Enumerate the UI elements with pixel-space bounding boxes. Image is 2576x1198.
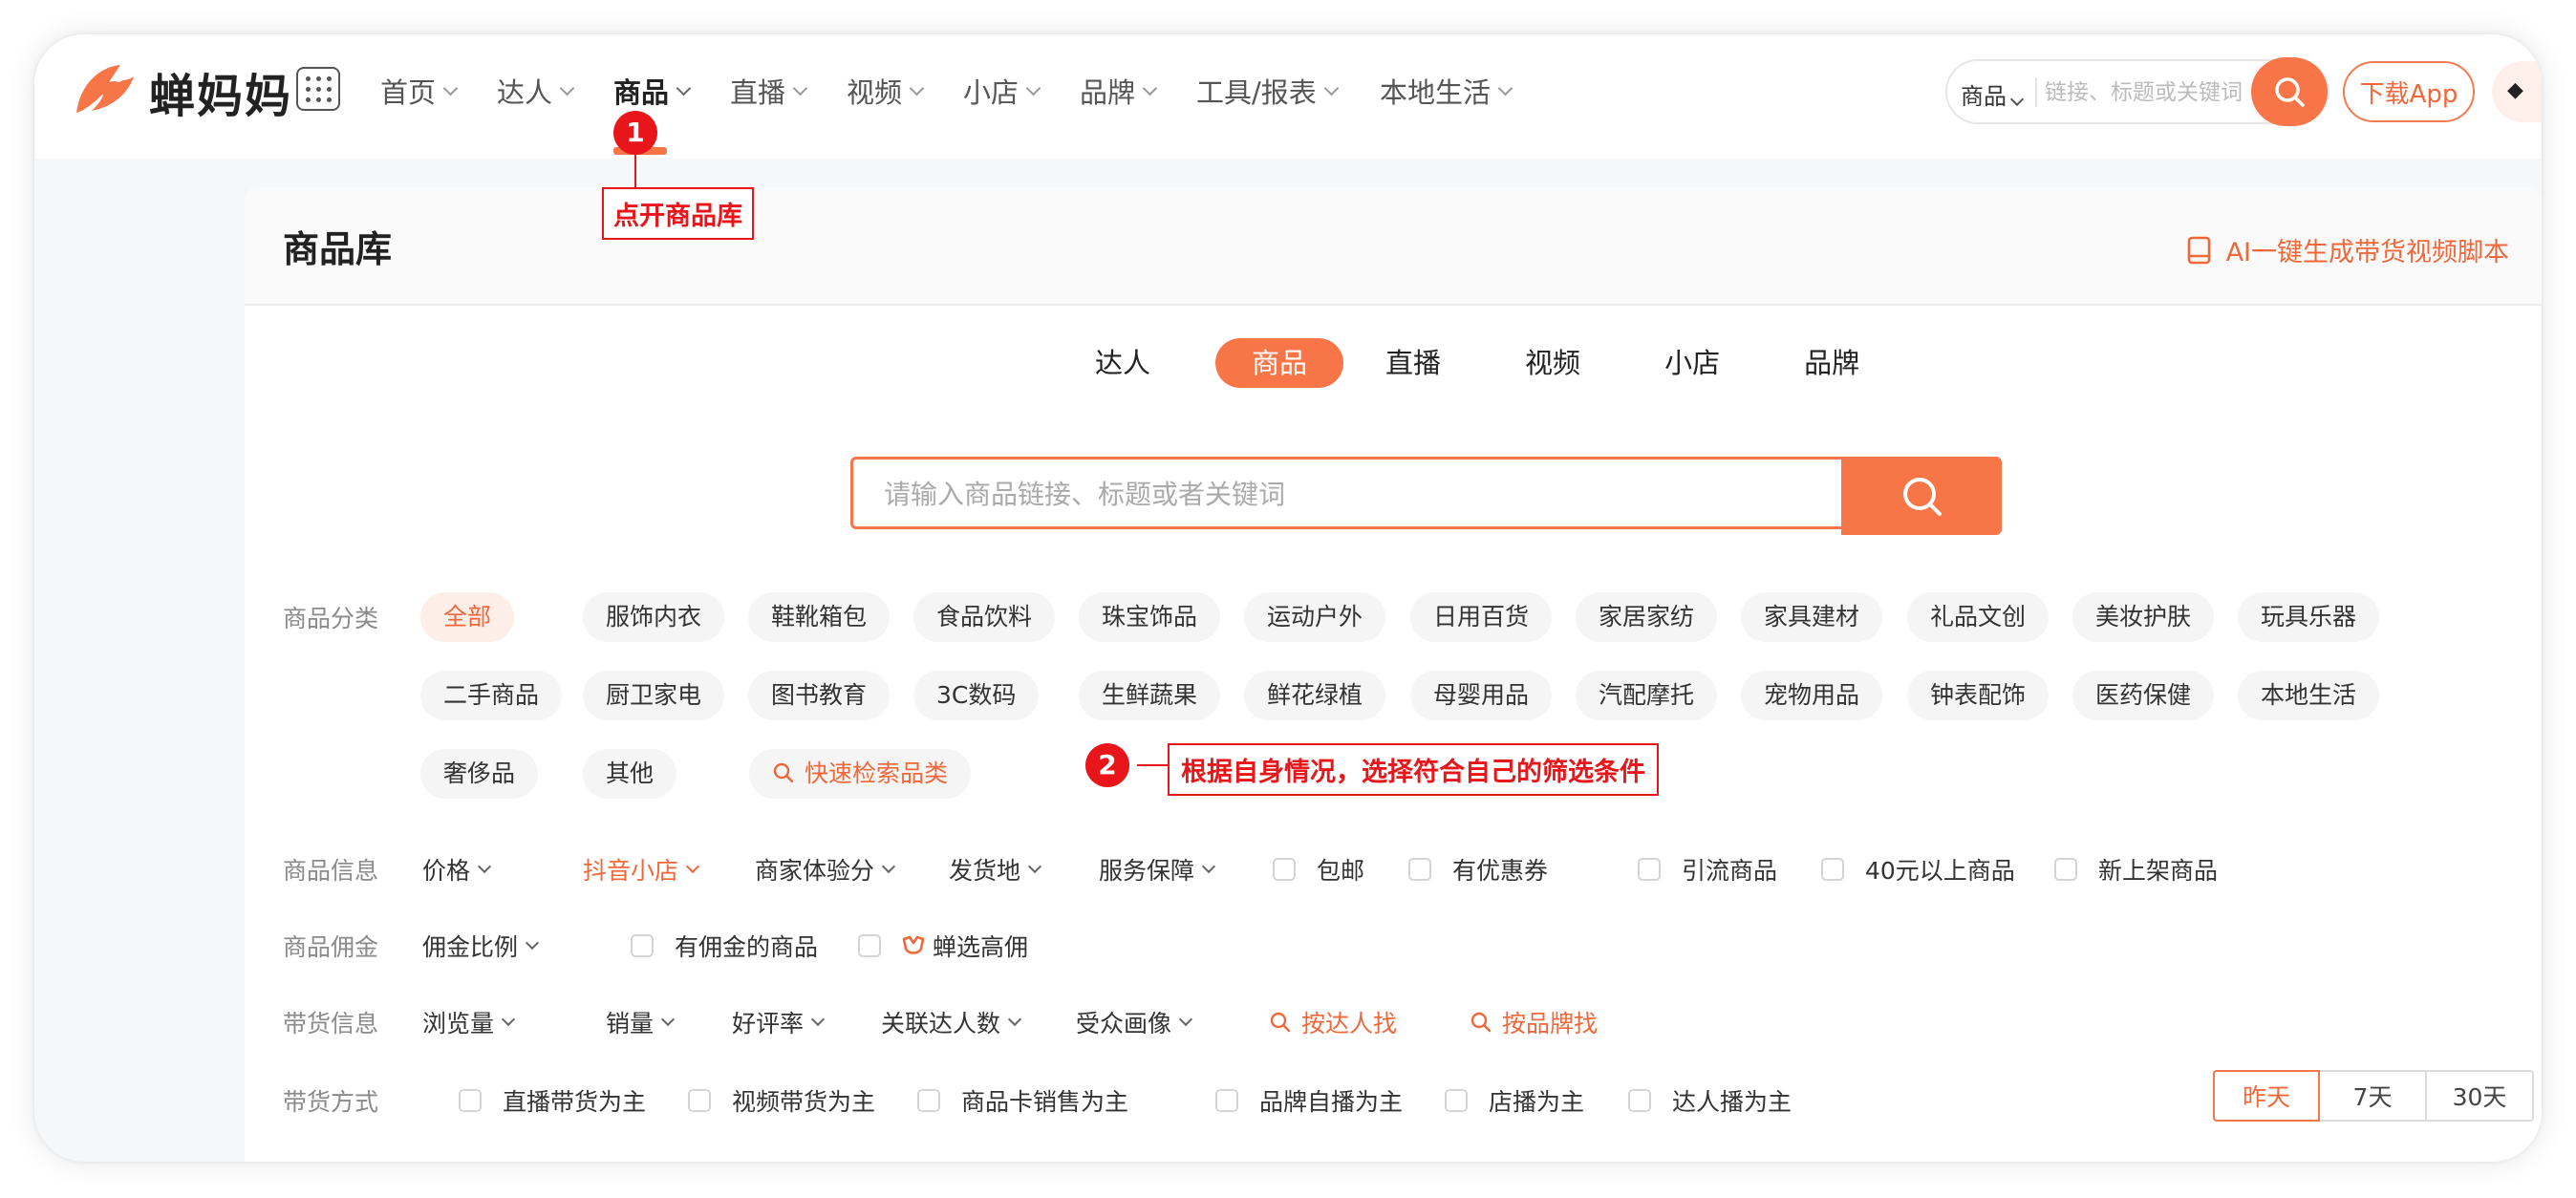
app-window: 蝉妈妈 首页 达人 商品 直播 视频 小店 品牌 工具/报表 本地生活 商品 下… bbox=[34, 34, 2542, 1162]
range-yesterday[interactable]: 昨天 bbox=[2213, 1070, 2320, 1122]
annotation-connectors bbox=[613, 147, 1168, 766]
callout-1: 点开商品库 bbox=[602, 187, 754, 240]
step-marker-2: 2 bbox=[1085, 743, 1129, 787]
callout-2: 根据自身情况，选择符合自己的筛选条件 bbox=[1168, 743, 1659, 796]
step-marker-1: 1 bbox=[613, 111, 657, 155]
